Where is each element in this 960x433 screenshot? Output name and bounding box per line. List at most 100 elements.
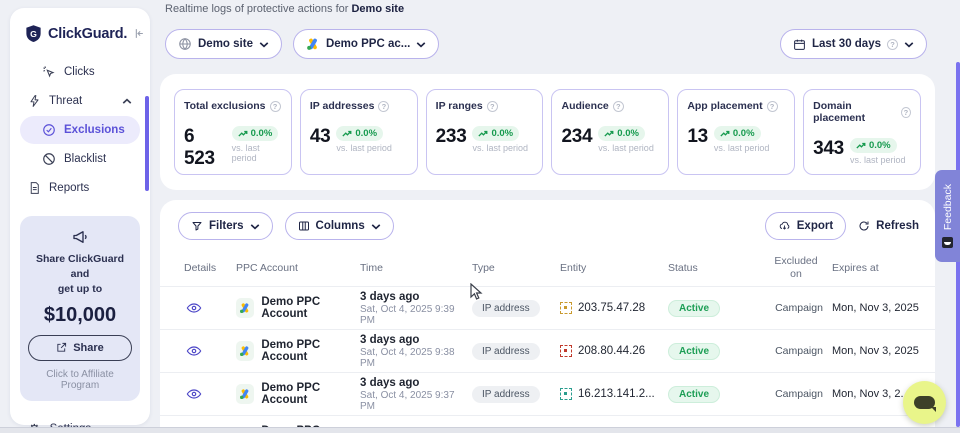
stats-panel: Total exclusions? 6 523 0.0% vs. last pe… bbox=[160, 74, 935, 190]
filters-dropdown[interactable]: Filters bbox=[178, 212, 273, 240]
help-icon[interactable]: ? bbox=[378, 101, 389, 112]
trend-up-icon bbox=[720, 130, 730, 138]
affiliate-program-link[interactable]: Click to Affiliate Program bbox=[28, 369, 132, 391]
ppc-account-selector-dropdown[interactable]: Demo PPC ac... bbox=[293, 29, 439, 59]
external-link-icon bbox=[56, 342, 67, 353]
excluded-on-value: Campaign bbox=[770, 388, 828, 400]
trend-up-icon bbox=[238, 130, 248, 138]
col-header-expires-at[interactable]: Expires at bbox=[832, 262, 921, 274]
col-header-entity[interactable]: Entity bbox=[560, 262, 668, 274]
export-button[interactable]: Export bbox=[765, 212, 846, 240]
help-icon[interactable]: ? bbox=[613, 101, 624, 112]
stat-change: 0.0% bbox=[251, 128, 273, 139]
stat-compare: vs. last period bbox=[598, 143, 654, 153]
status-badge: Active bbox=[668, 343, 720, 360]
time-relative: 3 days ago bbox=[360, 377, 472, 389]
col-header-details[interactable]: Details bbox=[184, 262, 236, 274]
sidebar-item-label: Blacklist bbox=[64, 153, 106, 165]
entity-value: 208.80.44.26 bbox=[578, 345, 645, 357]
logs-table-panel: Filters Columns Export Refresh Details P… bbox=[160, 200, 935, 433]
refresh-button[interactable]: Refresh bbox=[858, 220, 919, 232]
stat-label: IP addresses bbox=[310, 100, 375, 112]
globe-icon bbox=[178, 37, 192, 51]
excluded-on-value: Campaign bbox=[770, 345, 828, 357]
col-header-excluded-on[interactable]: Excluded on bbox=[770, 255, 828, 280]
col-header-time[interactable]: Time bbox=[360, 262, 472, 274]
chevron-up-icon bbox=[122, 98, 132, 105]
help-icon[interactable]: ? bbox=[901, 107, 911, 118]
chevron-down-icon bbox=[259, 41, 269, 48]
site-selector-value: Demo site bbox=[198, 38, 253, 50]
blacklist-prohibit-icon bbox=[42, 152, 56, 166]
status-badge: Active bbox=[668, 300, 720, 317]
view-details-eye-icon[interactable] bbox=[184, 343, 204, 359]
stat-card-ip-addresses: IP addresses? 43 0.0% vs. last period bbox=[300, 89, 418, 175]
stat-change: 0.0% bbox=[869, 140, 891, 151]
excluded-on-value: Campaign bbox=[770, 302, 828, 314]
date-range-value: Last 30 days bbox=[812, 38, 881, 50]
stat-change: 0.0% bbox=[491, 128, 513, 139]
expires-at-value: Mon, Nov 3, 2025 bbox=[832, 345, 921, 357]
type-badge: IP address bbox=[472, 300, 540, 317]
sidebar-item-reports[interactable]: Reports bbox=[20, 174, 140, 202]
stat-card-audience: Audience? 234 0.0% vs. last period bbox=[551, 89, 669, 175]
help-icon[interactable]: ? bbox=[767, 101, 778, 112]
stat-compare: vs. last period bbox=[850, 155, 906, 165]
columns-dropdown[interactable]: Columns bbox=[285, 212, 394, 240]
view-details-eye-icon[interactable] bbox=[184, 386, 204, 402]
subtitle-site-name: Demo site bbox=[351, 3, 404, 15]
type-badge: IP address bbox=[472, 343, 540, 360]
refresh-label: Refresh bbox=[876, 220, 919, 232]
clicks-cursor-icon bbox=[42, 65, 56, 79]
help-icon: ? bbox=[887, 39, 898, 50]
refresh-icon bbox=[858, 220, 870, 232]
chat-widget-button[interactable] bbox=[903, 381, 946, 424]
share-button[interactable]: Share bbox=[28, 335, 132, 361]
promo-amount: $10,000 bbox=[28, 304, 132, 327]
cloud-download-icon bbox=[778, 220, 791, 232]
col-header-status[interactable]: Status bbox=[668, 262, 770, 274]
window-bottom-edge bbox=[0, 427, 960, 433]
promo-text-line1: Share ClickGuard and bbox=[28, 252, 132, 282]
help-icon[interactable]: ? bbox=[487, 101, 498, 112]
sidebar-item-label: Threat bbox=[49, 95, 82, 107]
feedback-tab[interactable]: Feedback bbox=[935, 170, 960, 262]
sidebar-item-threat[interactable]: Threat bbox=[20, 87, 140, 115]
sidebar: G ClickGuard. Clicks Threat Exclusions B… bbox=[10, 8, 150, 425]
expires-at-value: Mon, Nov 3, 2025 bbox=[832, 302, 921, 314]
sidebar-scrollbar[interactable] bbox=[145, 96, 149, 191]
entity-flag-icon bbox=[560, 388, 572, 400]
ppc-account-name: Demo PPC Account bbox=[261, 339, 360, 363]
time-absolute: Sat, Oct 4, 2025 9:39 PM bbox=[360, 304, 472, 326]
chevron-down-icon bbox=[371, 223, 381, 230]
stat-card-total-exclusions: Total exclusions? 6 523 0.0% vs. last pe… bbox=[174, 89, 292, 175]
export-label: Export bbox=[797, 220, 833, 232]
chevron-down-icon bbox=[416, 41, 426, 48]
site-selector-dropdown[interactable]: Demo site bbox=[165, 29, 282, 59]
sidebar-item-label: Clicks bbox=[64, 66, 95, 78]
columns-icon bbox=[298, 220, 310, 232]
stat-value: 233 bbox=[436, 126, 467, 148]
table-row: Demo PPC Account 3 days agoSat, Oct 4, 2… bbox=[160, 372, 935, 415]
collapse-sidebar-icon[interactable] bbox=[132, 27, 145, 40]
sidebar-item-exclusions[interactable]: Exclusions bbox=[20, 116, 140, 144]
stat-label: Domain placement bbox=[813, 100, 897, 124]
view-details-eye-icon[interactable] bbox=[184, 300, 204, 316]
entity-value: 16.213.141.2... bbox=[578, 388, 655, 400]
ppc-account-name: Demo PPC Account bbox=[261, 382, 360, 406]
app-title: ClickGuard. bbox=[48, 26, 127, 42]
chevron-down-icon bbox=[250, 223, 260, 230]
entity-flag-icon bbox=[560, 345, 572, 357]
google-ads-icon bbox=[236, 341, 254, 361]
help-icon[interactable]: ? bbox=[270, 101, 281, 112]
page-subtitle: Realtime logs of protective actions for … bbox=[165, 3, 404, 15]
col-header-ppc-account[interactable]: PPC Account bbox=[236, 262, 360, 274]
time-absolute: Sat, Oct 4, 2025 9:38 PM bbox=[360, 347, 472, 369]
stat-value: 343 bbox=[813, 138, 844, 160]
col-header-type[interactable]: Type bbox=[472, 262, 560, 274]
sidebar-item-clicks[interactable]: Clicks bbox=[20, 58, 140, 86]
stat-label: IP ranges bbox=[436, 100, 483, 112]
trend-up-icon bbox=[342, 130, 352, 138]
sidebar-item-blacklist[interactable]: Blacklist bbox=[20, 145, 140, 173]
date-range-dropdown[interactable]: Last 30 days ? bbox=[780, 29, 927, 59]
